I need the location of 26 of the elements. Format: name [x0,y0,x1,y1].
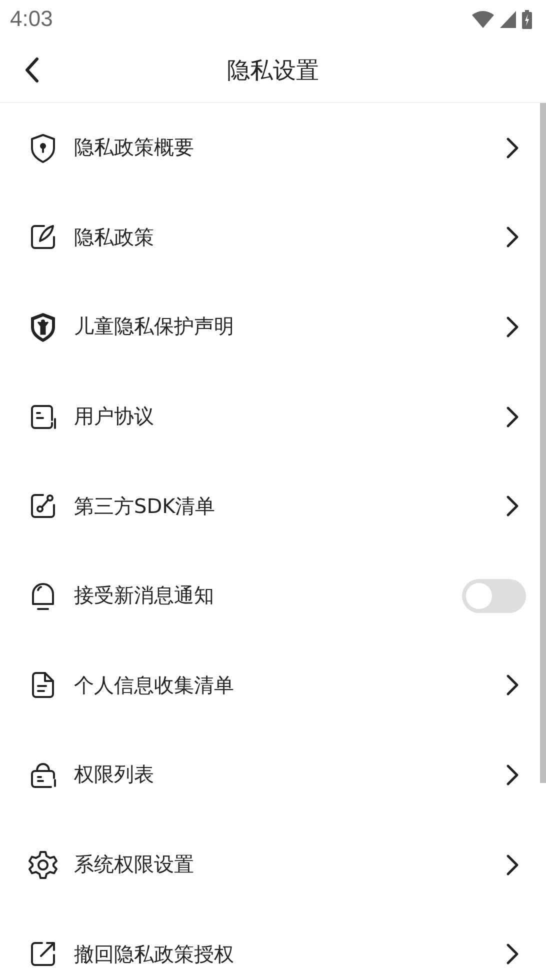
setting-label[interactable]: 隐私政策概要 [74,134,506,162]
setting-label[interactable]: 第三方SDK清单 [74,492,506,520]
setting-label[interactable]: 权限列表 [74,761,506,788]
wifi-icon [472,10,494,28]
chevron-right-icon [506,495,520,518]
setting-label[interactable]: 用户协议 [74,403,506,430]
toggle-switch[interactable] [462,578,526,613]
setting-label[interactable]: 儿童隐私保护声明 [74,313,506,340]
chevron-right-icon [506,226,520,248]
battery-icon [522,10,532,28]
setting-label[interactable]: 隐私政策 [74,224,506,251]
setting-label[interactable]: 接受新消息通知 [74,582,462,610]
chevron-right-icon [506,406,520,428]
chevron-right-icon [506,136,520,159]
chevron-right-icon [506,943,520,966]
setting-label[interactable]: 个人信息收集清单 [74,672,506,699]
setting-label[interactable]: 系统权限设置 [74,851,506,878]
chevron-right-icon [506,764,520,786]
scrollbar[interactable] [540,103,546,783]
chevron-right-icon [506,674,520,696]
page-title: 隐私设置 [227,56,319,86]
signal-icon [500,10,516,28]
chevron-right-icon [506,316,520,338]
chevron-right-icon [506,854,520,876]
status-time: 4:03 [10,6,53,32]
setting-label[interactable]: 撤回隐私政策授权 [74,940,506,968]
